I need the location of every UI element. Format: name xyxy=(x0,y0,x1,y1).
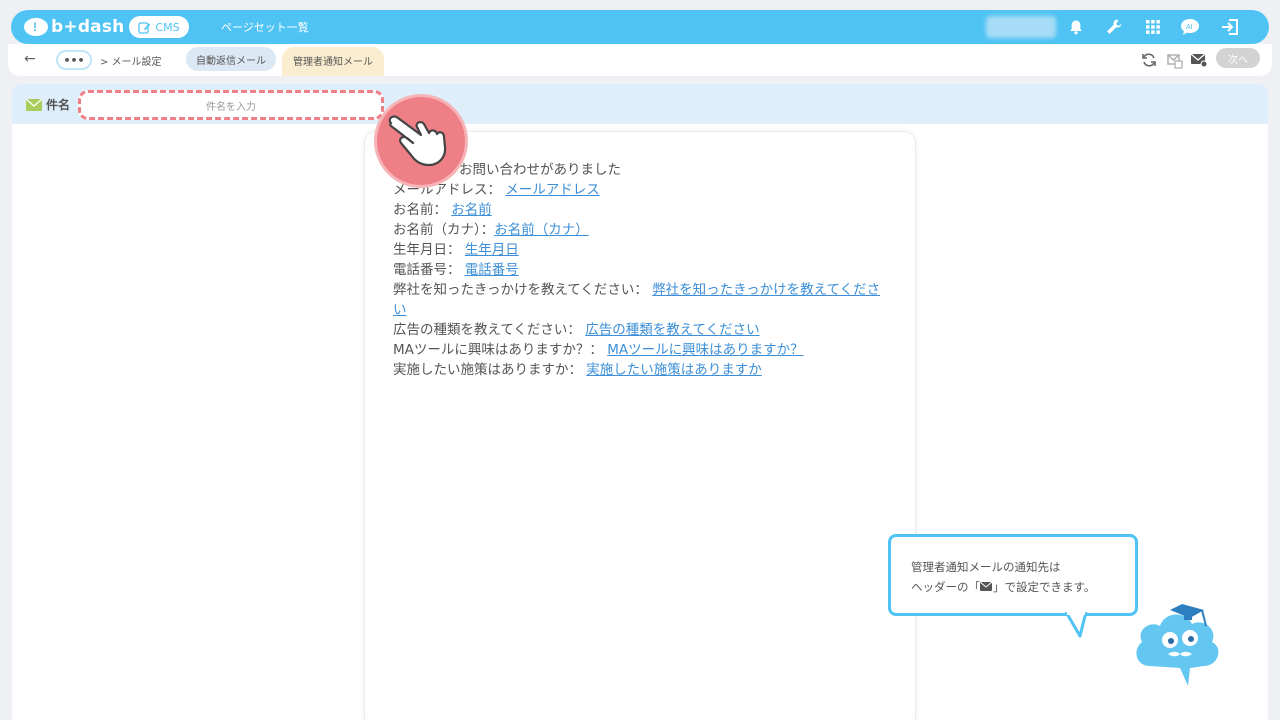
page-set-list-link[interactable]: ページセット一覧 xyxy=(221,19,309,35)
tab-admin-notify[interactable]: 管理者通知メール xyxy=(282,47,384,76)
logout-icon[interactable] xyxy=(1219,16,1241,38)
tooltip-line1: 管理者通知メールの通知先は xyxy=(911,560,1061,574)
mail-copy-icon[interactable] xyxy=(1166,51,1184,69)
subject-label-text: 件名 xyxy=(46,98,71,112)
tooltip-bubble: 管理者通知メールの通知先は ヘッダーの「 」で設定できます。 xyxy=(888,534,1138,616)
pointer-hand-icon xyxy=(374,94,468,188)
subject-label: 件名 xyxy=(26,96,70,113)
mail-line: 広告の種類を教えてください： 広告の種類を教えてください xyxy=(393,322,760,338)
mail-tag-link[interactable]: 実施したい施策はありますか xyxy=(586,362,762,378)
mail-body-lines: お問い合わせがありました メールアドレス： メールアドレス お名前： お名前 お… xyxy=(393,160,883,380)
wrench-icon[interactable] xyxy=(1103,16,1125,38)
svg-text:AI: AI xyxy=(1186,24,1193,31)
mail-line: お問い合わせがありました xyxy=(459,162,621,178)
mail-settings-icon xyxy=(979,581,993,591)
mail-tag-link[interactable]: メールアドレス xyxy=(505,182,600,198)
mail-tag-link[interactable]: MAツールに興味はありますか？ xyxy=(607,342,803,358)
mail-line: 生年月日： 生年月日 xyxy=(393,242,519,258)
sub-bar: ← ••• > メール設定 自動返信メール 管理者通知メール 次へ xyxy=(8,44,1272,76)
mail-line: 電話番号： 電話番号 xyxy=(393,262,519,278)
svg-text:!: ! xyxy=(33,20,37,34)
mail-settings-icon[interactable] xyxy=(1190,51,1208,69)
breadcrumb[interactable]: > メール設定 xyxy=(100,53,162,68)
mail-body-card: お問い合わせがありました メールアドレス： メールアドレス お名前： お名前 お… xyxy=(364,131,916,720)
mail-tag-link[interactable]: 生年月日 xyxy=(465,242,519,258)
next-button[interactable]: 次へ xyxy=(1216,48,1260,68)
mascot-cloud-icon xyxy=(1136,604,1219,686)
mail-line: お名前： お名前 xyxy=(393,202,492,218)
mail-line: 弊社を知ったきっかけを教えてください： 弊社を知ったきっかけを教えてください xyxy=(393,282,881,318)
cms-button[interactable]: CMS xyxy=(129,16,189,38)
mail-tag-link[interactable]: お名前 xyxy=(451,202,492,218)
edit-icon xyxy=(138,21,151,34)
tooltip-tail xyxy=(1064,612,1088,638)
subject-row: 件名 件名を入力 xyxy=(12,84,1268,124)
envelope-icon xyxy=(26,98,42,111)
tooltip-line2: ヘッダーの「 」で設定できます。 xyxy=(911,580,1096,594)
mail-line: メールアドレス： メールアドレス xyxy=(393,182,600,198)
mail-line: お名前（カナ）：お名前（カナ） xyxy=(393,222,589,238)
mail-tag-link[interactable]: お名前（カナ） xyxy=(494,222,589,238)
tab-auto-reply[interactable]: 自動返信メール xyxy=(186,47,276,71)
bdash-logo[interactable]: ! b+dash xyxy=(23,16,124,38)
bell-icon[interactable] xyxy=(1065,16,1087,38)
refresh-icon[interactable] xyxy=(1140,51,1158,69)
subject-input[interactable]: 件名を入力 xyxy=(78,90,384,120)
grid-icon[interactable] xyxy=(1142,16,1164,38)
chat-icon[interactable]: AI xyxy=(1179,16,1201,38)
top-bar: ! b+dash CMS ページセット一覧 AI xyxy=(11,10,1269,44)
user-name-blurred xyxy=(986,16,1056,38)
mail-line: MAツールに興味はありますか？： MAツールに興味はありますか？ xyxy=(393,342,804,358)
mail-line: 実施したい施策はありますか： 実施したい施策はありますか xyxy=(393,362,762,378)
cms-label: CMS xyxy=(155,20,180,34)
cloud-logo-icon: ! xyxy=(24,18,48,36)
more-button[interactable]: ••• xyxy=(56,50,92,70)
mail-tag-link[interactable]: 電話番号 xyxy=(465,262,519,278)
mail-tag-link[interactable]: 広告の種類を教えてください xyxy=(585,322,759,338)
logo-text: b+dash xyxy=(51,17,125,37)
back-arrow-icon[interactable]: ← xyxy=(24,51,36,67)
